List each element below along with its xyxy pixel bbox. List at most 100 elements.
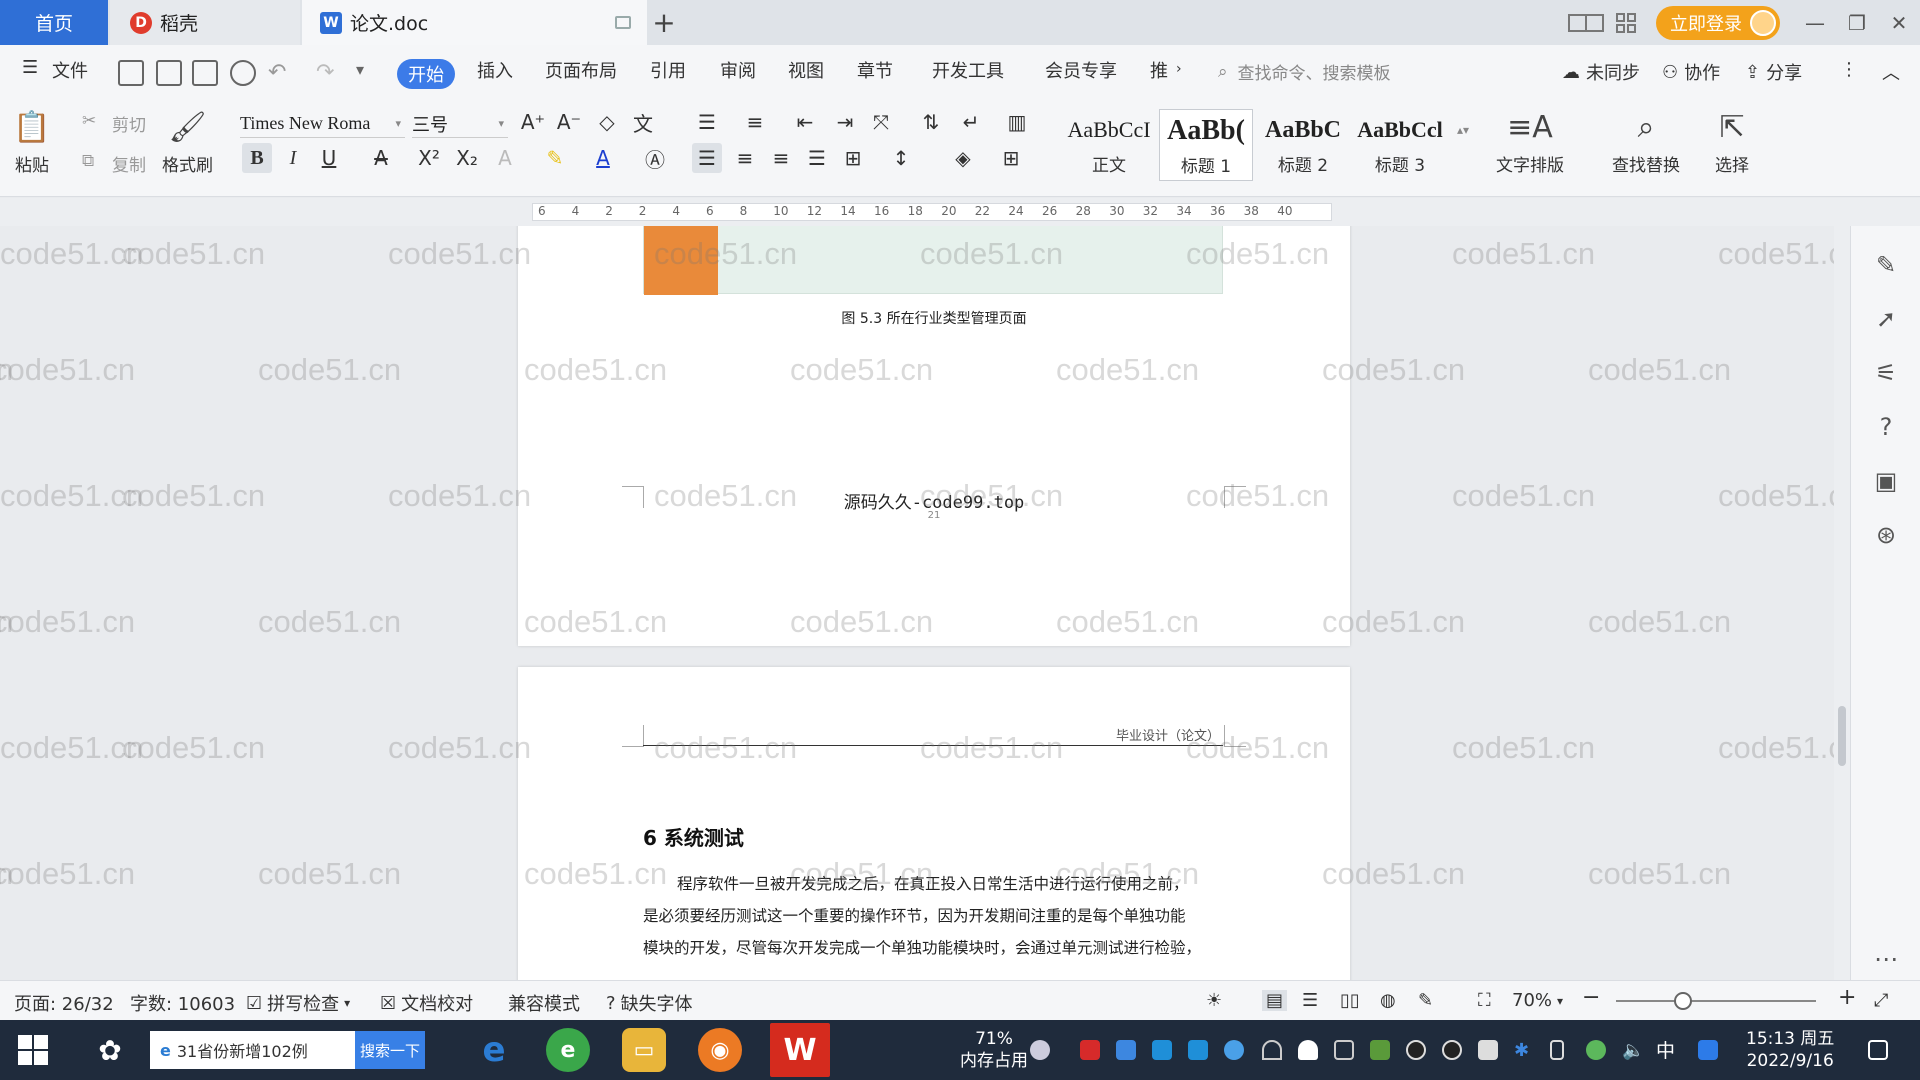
distribute-icon[interactable]: ⊞ <box>838 143 868 173</box>
text-effect-icon[interactable]: A <box>490 143 520 173</box>
menu-member[interactable]: 会员专享 <box>1045 57 1117 83</box>
increase-font-icon[interactable]: A⁺ <box>518 107 548 137</box>
sync-button[interactable]: ☁ 未同步 <box>1562 59 1640 85</box>
memory-usage[interactable]: 71% 内存占用 <box>960 1028 1028 1072</box>
justify-icon[interactable]: ☰ <box>802 143 832 173</box>
ie-browser-icon[interactable]: e <box>472 1028 516 1072</box>
menu-page-layout[interactable]: 页面布局 <box>545 57 617 83</box>
read-view-icon[interactable]: ▯▯ <box>1340 990 1360 1011</box>
more-menu-icon[interactable]: ⋮ <box>1840 59 1858 80</box>
copy-label[interactable]: 复制 <box>112 151 146 176</box>
fit-page-icon[interactable]: ⛶ <box>1478 990 1491 1011</box>
qq-icon[interactable] <box>1442 1040 1462 1060</box>
numbered-list-icon[interactable]: ≡ <box>740 107 770 137</box>
tab-document[interactable]: W 论文.doc <box>302 0 647 45</box>
show-marks-icon[interactable]: ↵ <box>956 107 986 137</box>
highlight-icon[interactable]: ✎ <box>540 143 570 173</box>
vertical-scrollbar[interactable] <box>1834 226 1850 980</box>
web-view-icon[interactable]: ◍ <box>1380 990 1396 1011</box>
new-tab-button[interactable]: + <box>650 0 678 45</box>
tray-app-icon[interactable] <box>1334 1040 1354 1060</box>
line-spacing-icon[interactable]: ↕ <box>886 143 916 173</box>
menu-developer[interactable]: 开发工具 <box>932 57 1004 83</box>
media-app-icon[interactable]: ◉ <box>698 1028 742 1072</box>
input-method[interactable]: 中 <box>1656 1036 1675 1063</box>
print-icon[interactable] <box>192 60 218 86</box>
proofread-button[interactable]: ☒ 文档校对 <box>380 990 473 1016</box>
bell-icon[interactable] <box>1298 1040 1318 1060</box>
tray-app-icon[interactable] <box>1080 1040 1100 1060</box>
zoom-slider-handle[interactable] <box>1674 992 1692 1010</box>
windows-start-icon[interactable] <box>18 1035 48 1065</box>
spell-check-button[interactable]: ☑ 拼写检查 ▾ <box>246 990 350 1016</box>
zoom-select[interactable]: 70% ▾ <box>1512 990 1563 1011</box>
tray-app-icon[interactable] <box>1152 1040 1172 1060</box>
outline-view-icon[interactable]: ☰ <box>1302 990 1318 1011</box>
menu-chapter[interactable]: 章节 <box>857 57 893 83</box>
style-normal[interactable]: AaBbCcI 正文 <box>1062 109 1156 181</box>
styles-more-icon[interactable]: ▴▾ <box>1448 115 1478 145</box>
borders-icon[interactable]: ⊞ <box>996 143 1026 173</box>
redo-icon[interactable]: ↷ <box>316 60 342 86</box>
weather-icon[interactable] <box>1030 1040 1050 1060</box>
menu-recommend[interactable]: 推 <box>1150 57 1168 83</box>
shield-icon[interactable] <box>1224 1040 1244 1060</box>
help-icon[interactable]: ? <box>1871 412 1901 442</box>
format-painter-button[interactable]: 🖌 格式刷 <box>162 109 213 177</box>
compass-icon[interactable]: ⊛ <box>1871 520 1901 550</box>
menu-file[interactable]: 文件 <box>52 57 88 83</box>
collapse-ribbon-icon[interactable]: ︿ <box>1882 59 1900 85</box>
zoom-in-icon[interactable]: + <box>1838 985 1856 1010</box>
scrollbar-thumb[interactable] <box>1838 706 1846 766</box>
system-clock[interactable]: 15:13 周五 2022/9/16 <box>1746 1028 1834 1072</box>
cut-icon[interactable]: ✂ <box>82 111 96 131</box>
undo-icon[interactable]: ↶ <box>268 60 294 86</box>
strikethrough-button[interactable]: A <box>366 143 396 173</box>
battery-icon[interactable] <box>1478 1040 1498 1060</box>
bluetooth-icon[interactable]: ✱ <box>1514 1040 1534 1061</box>
word-count[interactable]: 字数: 10603 <box>130 990 235 1016</box>
align-left-icon[interactable]: ☰ <box>692 143 722 173</box>
login-button[interactable]: 立即登录 <box>1656 5 1780 40</box>
eye-protect-icon[interactable]: ☀ <box>1206 990 1222 1011</box>
write-view-icon[interactable]: ✎ <box>1418 990 1433 1011</box>
command-search[interactable]: ⌕ 查找命令、搜索模板 <box>1218 59 1391 85</box>
find-replace-button[interactable]: ⌕ 查找替换 <box>1612 109 1680 177</box>
quick-access-dropdown-icon[interactable]: ▾ <box>356 60 382 86</box>
bold-button[interactable]: B <box>242 143 272 173</box>
notification-icon[interactable] <box>1868 1040 1888 1060</box>
pointer-icon[interactable]: ➚ <box>1871 304 1901 334</box>
restore-icon[interactable]: ❐ <box>1836 0 1878 45</box>
menu-insert[interactable]: 插入 <box>477 57 513 83</box>
usb-icon[interactable] <box>1550 1040 1564 1060</box>
layout-icon[interactable] <box>1566 0 1606 45</box>
task-view-icon[interactable]: ✿ <box>88 1028 132 1072</box>
shading-icon[interactable]: ◈ <box>948 143 978 173</box>
fullscreen-icon[interactable]: ⤢ <box>1874 990 1888 1011</box>
text-layout-button[interactable]: ≡A 文字排版 <box>1496 109 1564 177</box>
font-name-select[interactable]: Times New Roma ▾ <box>240 110 405 138</box>
cn-layout-icon[interactable]: ⤧ <box>866 107 896 137</box>
phonetic-icon[interactable]: 文 <box>628 107 658 137</box>
align-right-icon[interactable]: ≡ <box>766 143 796 173</box>
style-heading-1[interactable]: AaBb( 标题 1 <box>1159 109 1253 181</box>
menu-home[interactable]: 开始 <box>397 59 455 89</box>
gpu-icon[interactable] <box>1370 1040 1390 1060</box>
decrease-font-icon[interactable]: A⁻ <box>554 107 584 137</box>
copy-icon[interactable]: ⧉ <box>82 151 94 171</box>
apps-grid-icon[interactable] <box>1606 0 1646 45</box>
screen-icon[interactable] <box>615 16 631 29</box>
select-button[interactable]: ⇱ 选择 <box>1714 109 1750 177</box>
font-size-select[interactable]: 三号 ▾ <box>412 110 508 138</box>
wps-writer-icon[interactable]: W <box>770 1023 830 1077</box>
tray-app-icon[interactable] <box>1586 1040 1606 1060</box>
qq-icon[interactable] <box>1406 1040 1426 1060</box>
bullet-list-icon[interactable]: ☰ <box>692 107 722 137</box>
image-icon[interactable]: ▣ <box>1871 466 1901 496</box>
italic-button[interactable]: I <box>278 143 308 173</box>
more-options-icon[interactable]: ⋯ <box>1871 944 1901 974</box>
pen-icon[interactable]: ✎ <box>1871 250 1901 280</box>
share-button[interactable]: ⇪ 分享 <box>1745 59 1802 85</box>
menu-review[interactable]: 审阅 <box>720 57 756 83</box>
superscript-button[interactable]: X² <box>414 143 444 173</box>
